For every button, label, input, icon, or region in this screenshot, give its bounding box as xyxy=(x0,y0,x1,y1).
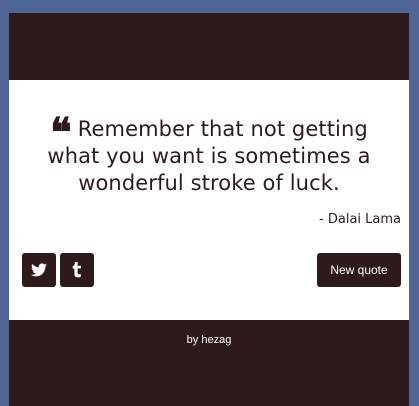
tweet-quote-button[interactable] xyxy=(22,253,56,287)
new-quote-button[interactable]: New quote xyxy=(317,253,401,287)
quote-block: ❝ Remember that not getting what you want… xyxy=(31,109,387,197)
quote-text: Remember that not getting what you want … xyxy=(47,117,371,195)
tumblr-icon xyxy=(72,262,81,278)
twitter-icon xyxy=(31,263,47,277)
tumblr-share-button[interactable] xyxy=(60,253,94,287)
footer-credit: by hezag xyxy=(186,334,232,346)
quote-author: - Dalai Lama xyxy=(319,212,401,227)
quote-machine-frame: ❝ Remember that not getting what you want… xyxy=(9,13,409,406)
quote-box: ❝ Remember that not getting what you want… xyxy=(9,80,409,320)
quote-left-icon: ❝ xyxy=(50,109,72,156)
